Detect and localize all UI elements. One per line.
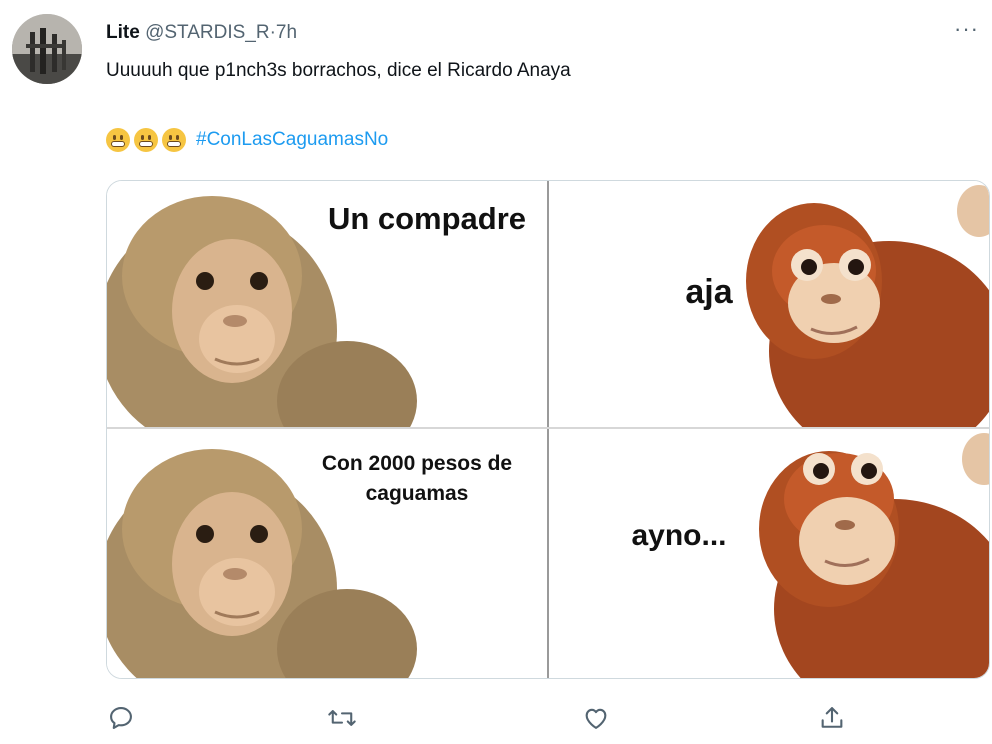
avatar[interactable] <box>12 14 82 84</box>
timestamp[interactable]: 7h <box>276 22 297 43</box>
share-icon[interactable] <box>818 704 846 737</box>
meme-panel-1: Un compadre <box>107 181 547 427</box>
avatar-image <box>12 14 82 84</box>
grimacing-face-icon <box>106 128 130 152</box>
tweet-header: Lite @STARDIS_R·7h <box>106 22 297 44</box>
reply-icon[interactable] <box>107 704 135 737</box>
like-icon[interactable] <box>582 704 610 737</box>
retweet-icon[interactable] <box>327 704 357 737</box>
meme-caption-4: ayno... <box>631 519 727 552</box>
display-name[interactable]: Lite <box>106 22 140 43</box>
grimacing-face-icon <box>134 128 158 152</box>
more-options-icon[interactable]: ··· <box>954 16 979 42</box>
hashtag-link[interactable]: #ConLasCaguamasNo <box>196 129 388 151</box>
panel-divider-horizontal <box>107 427 989 429</box>
tweet-actions <box>0 704 992 734</box>
handle[interactable]: @STARDIS_R <box>145 22 270 43</box>
meme-caption-1: Un compadre <box>327 201 527 236</box>
grimacing-face-icon <box>162 128 186 152</box>
orangutan-plush-image <box>759 433 989 678</box>
meme-panel-3: Con 2000 pesos de caguamas <box>107 429 547 678</box>
meme-panel-4: ayno... <box>549 429 989 678</box>
panel-divider-vertical <box>547 181 549 678</box>
meme-image[interactable]: Un compadre aja Con 2000 pesos de caguam… <box>106 180 990 679</box>
meme-caption-2: aja <box>685 273 733 311</box>
meme-panel-2: aja <box>549 181 989 427</box>
tweet-line-2: #ConLasCaguamasNo <box>106 128 388 152</box>
tweet-text: Uuuuuh que p1nch3s borrachos, dice el Ri… <box>106 60 571 81</box>
meme-caption-3: Con 2000 pesos de caguamas <box>321 452 513 505</box>
orangutan-plush-image <box>746 185 989 427</box>
